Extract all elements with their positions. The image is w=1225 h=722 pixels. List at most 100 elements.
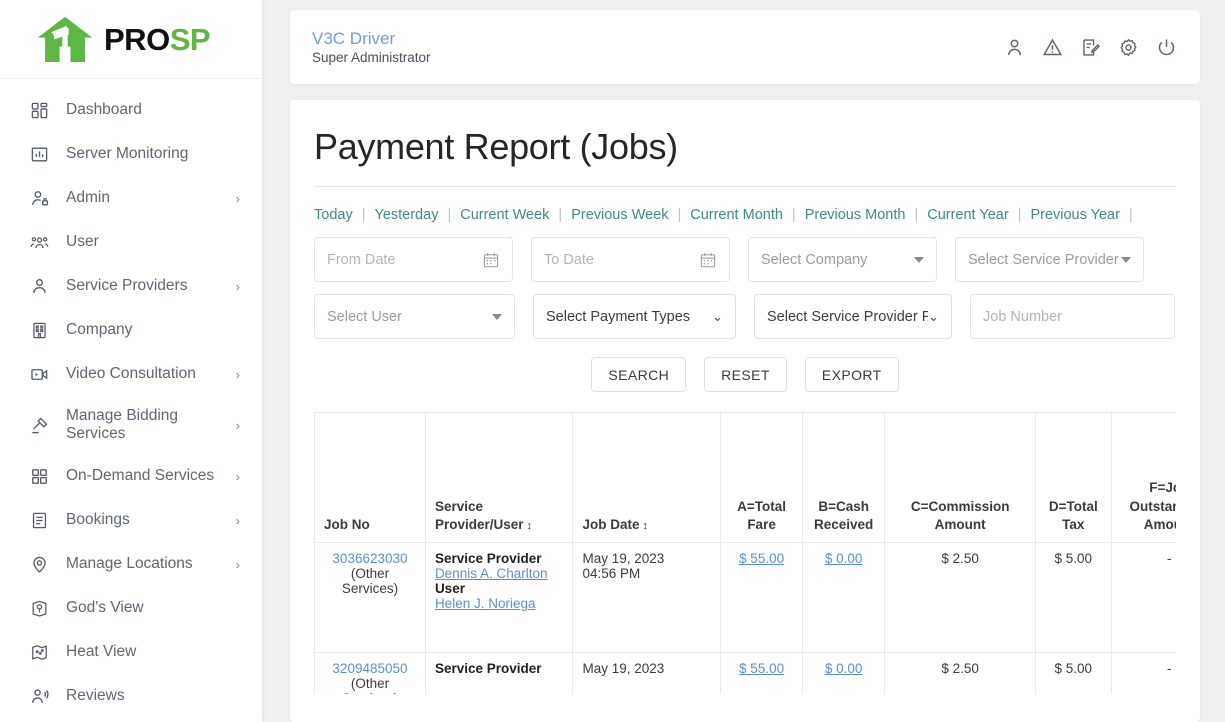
power-logout-icon[interactable] <box>1154 35 1178 59</box>
select-service-provider-payment-value: Select Service Provider P <box>767 308 929 325</box>
quick-tab-current-month[interactable]: Current Month <box>690 207 783 223</box>
chevron-right-icon: › <box>235 512 240 528</box>
cell-job-date: May 19, 2023 <box>572 652 722 694</box>
cell-commission-amount: $ 2.50 <box>884 652 1037 694</box>
caret-down-icon[interactable] <box>492 313 502 320</box>
video-camera-icon <box>28 363 50 385</box>
sidebar-item-admin[interactable]: Admin › <box>0 176 262 220</box>
select-company-dropdown[interactable]: Select Company <box>748 237 937 282</box>
cell-job-no: 3036623030 (Other Services) <box>314 542 426 653</box>
col-service-provider-user[interactable]: Service Provider/User ↕ <box>424 412 574 543</box>
sidebar-item-video-consultation[interactable]: Video Consultation › <box>0 352 262 396</box>
select-service-provider-dropdown[interactable]: Select Service Provider <box>955 237 1144 282</box>
cash-received-link[interactable]: $ 0.00 <box>825 661 863 676</box>
sidebar-item-label: Admin <box>66 188 110 206</box>
sidebar-item-manage-bidding-services[interactable]: Manage Bidding Services › <box>0 396 262 454</box>
col-commission-amount-label: C=Commission Amount <box>910 498 1010 532</box>
job-type-label: (Other Services) <box>341 566 399 596</box>
topbar-user-name[interactable]: V3C Driver <box>312 28 1002 49</box>
table-row: 3036623030 (Other Services) Service Prov… <box>314 542 1176 653</box>
sidebar-item-label: Server Monitoring <box>66 144 189 162</box>
cell-service-provider-user: Service Provider Dennis A. Charlton User… <box>424 542 574 653</box>
sidebar-item-on-demand-services[interactable]: On-Demand Services › <box>0 454 262 498</box>
chevron-down-icon[interactable]: ⌄ <box>928 309 939 325</box>
filter-form: From Date To Date Select Company Select … <box>314 223 1176 392</box>
sidebar-item-label: Service Providers <box>66 276 188 294</box>
tab-separator: | <box>791 207 796 223</box>
brand-logo[interactable]: PROSP <box>0 0 262 79</box>
sort-icon[interactable]: ↕ <box>643 520 649 532</box>
quick-tab-previous-year[interactable]: Previous Year <box>1030 207 1119 223</box>
col-commission-amount: C=Commission Amount <box>884 412 1037 543</box>
sort-icon[interactable]: ↕ <box>526 520 532 532</box>
main-content: V3C Driver Super Administrator Payment R… <box>262 0 1225 722</box>
calendar-icon[interactable] <box>482 251 500 269</box>
col-cash-received: B=Cash Received <box>802 412 886 543</box>
cash-received-link[interactable]: $ 0.00 <box>825 551 863 566</box>
commission-value: $ 2.50 <box>941 661 979 676</box>
sidebar-item-service-providers[interactable]: Service Providers › <box>0 264 262 308</box>
search-button[interactable]: SEARCH <box>591 357 687 392</box>
chevron-down-icon[interactable]: ⌄ <box>712 309 723 325</box>
user-name-link[interactable]: Helen J. Noriega <box>435 596 564 611</box>
caret-down-icon[interactable] <box>914 256 924 263</box>
col-job-date[interactable]: Job Date ↕ <box>572 412 722 543</box>
profile-person-icon[interactable] <box>1002 35 1026 59</box>
col-total-tax-label: D=Total Tax <box>1048 498 1098 532</box>
sidebar: PROSP Dashboard Server Monitoring Admin … <box>0 0 262 722</box>
quick-tab-current-year[interactable]: Current Year <box>927 207 1008 223</box>
sidebar-item-manage-locations[interactable]: Manage Locations › <box>0 542 262 586</box>
quick-tab-previous-week[interactable]: Previous Week <box>571 207 668 223</box>
sp-name-link[interactable]: Dennis A. Charlton <box>435 566 564 581</box>
select-service-provider-payment-dropdown[interactable]: Select Service Provider P ⌄ <box>754 294 952 339</box>
sidebar-item-company[interactable]: Company <box>0 308 262 352</box>
job-date-value: May 19, 2023 <box>582 661 665 676</box>
edit-document-icon[interactable] <box>1078 35 1102 59</box>
select-user-dropdown[interactable]: Select User <box>314 294 515 339</box>
topbar-user-block: V3C Driver Super Administrator <box>312 28 1002 67</box>
sidebar-item-label: On-Demand Services <box>66 466 215 484</box>
sidebar-item-gods-view[interactable]: God's View <box>0 586 262 630</box>
quick-date-filter-tabs: Today | Yesterday | Current Week | Previ… <box>314 187 1176 223</box>
job-no-link[interactable]: 3209485050 <box>324 661 416 676</box>
col-job-outstanding-amount: F=Job Outstanding Amount <box>1110 412 1176 543</box>
to-date-input[interactable]: To Date <box>531 237 730 282</box>
cell-job-outstanding-amount: - <box>1110 652 1176 694</box>
warning-triangle-icon[interactable] <box>1040 35 1064 59</box>
sidebar-item-heat-view[interactable]: Heat View <box>0 630 262 674</box>
total-fare-link[interactable]: $ 55.00 <box>739 661 784 676</box>
select-payment-types-dropdown[interactable]: Select Payment Types ⌄ <box>533 294 736 339</box>
sidebar-item-user[interactable]: User <box>0 220 262 264</box>
tab-separator: | <box>677 207 682 223</box>
export-button[interactable]: EXPORT <box>804 357 899 392</box>
user-label: User <box>434 581 465 596</box>
col-job-no-label: Job No <box>324 516 370 532</box>
caret-down-icon[interactable] <box>1121 256 1131 263</box>
quick-tab-previous-month[interactable]: Previous Month <box>805 207 906 223</box>
sidebar-item-server-monitoring[interactable]: Server Monitoring <box>0 132 262 176</box>
building-icon <box>28 319 50 341</box>
calendar-icon[interactable] <box>699 251 717 269</box>
quick-tab-today[interactable]: Today <box>314 207 353 223</box>
sidebar-item-bookings[interactable]: Bookings › <box>0 498 262 542</box>
cell-total-fare: $ 55.00 <box>720 542 804 653</box>
sidebar-item-reviews[interactable]: Reviews <box>0 674 262 718</box>
sidebar-item-label: Heat View <box>66 642 137 660</box>
cell-job-no: 3209485050 (Other Services) <box>314 652 426 694</box>
total-fare-link[interactable]: $ 55.00 <box>739 551 784 566</box>
gear-settings-icon[interactable] <box>1116 35 1140 59</box>
job-no-link[interactable]: 3036623030 <box>324 551 416 566</box>
from-date-input[interactable]: From Date <box>314 237 513 282</box>
quick-tab-yesterday[interactable]: Yesterday <box>374 207 438 223</box>
sidebar-item-dashboard[interactable]: Dashboard <box>0 88 262 132</box>
sidebar-nav: Dashboard Server Monitoring Admin › User <box>0 79 262 722</box>
quick-tab-current-week[interactable]: Current Week <box>460 207 549 223</box>
chevron-right-icon: › <box>235 556 240 572</box>
outstanding-value: - <box>1167 551 1172 566</box>
report-table-scroll[interactable]: Job No Service Provider/User ↕ Job Date ↕ … <box>314 412 1176 694</box>
job-number-input[interactable]: Job Number <box>970 294 1175 339</box>
cell-job-date: May 19, 2023 04:56 PM <box>572 542 722 653</box>
reset-button[interactable]: RESET <box>704 357 787 392</box>
sidebar-item-label: Company <box>66 320 133 338</box>
sidebar-item-label: Bookings <box>66 510 130 528</box>
